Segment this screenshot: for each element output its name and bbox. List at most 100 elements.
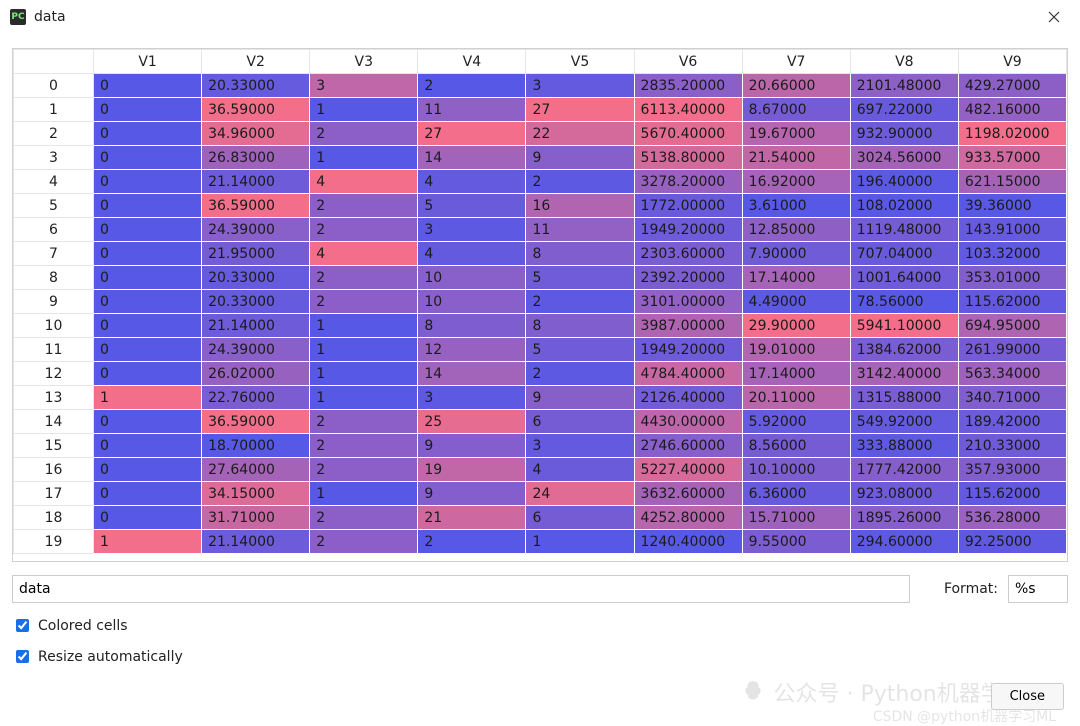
table-cell[interactable]: 8.56000 xyxy=(742,434,850,458)
table-cell[interactable]: 18.70000 xyxy=(202,434,310,458)
table-cell[interactable]: 1949.20000 xyxy=(634,218,742,242)
row-index[interactable]: 15 xyxy=(14,434,94,458)
table-cell[interactable]: 36.59000 xyxy=(202,98,310,122)
table-cell[interactable]: 21.14000 xyxy=(202,314,310,338)
table-cell[interactable]: 4 xyxy=(526,458,634,482)
table-cell[interactable]: 0 xyxy=(94,242,202,266)
column-header[interactable]: V2 xyxy=(202,50,310,74)
table-cell[interactable]: 0 xyxy=(94,98,202,122)
table-cell[interactable]: 5 xyxy=(526,266,634,290)
close-button[interactable]: Close xyxy=(991,683,1064,710)
row-index[interactable]: 3 xyxy=(14,146,94,170)
row-index[interactable]: 4 xyxy=(14,170,94,194)
table-cell[interactable]: 2 xyxy=(310,290,418,314)
table-cell[interactable]: 1 xyxy=(94,386,202,410)
table-cell[interactable]: 0 xyxy=(94,434,202,458)
row-index[interactable]: 6 xyxy=(14,218,94,242)
table-cell[interactable]: 17.14000 xyxy=(742,362,850,386)
table-cell[interactable]: 1384.62000 xyxy=(850,338,958,362)
table-cell[interactable]: 4 xyxy=(418,170,526,194)
table-cell[interactable]: 0 xyxy=(94,338,202,362)
table-cell[interactable]: 2746.60000 xyxy=(634,434,742,458)
row-index[interactable]: 14 xyxy=(14,410,94,434)
table-cell[interactable]: 14 xyxy=(418,146,526,170)
table-cell[interactable]: 2 xyxy=(310,434,418,458)
table-cell[interactable]: 0 xyxy=(94,74,202,98)
table-cell[interactable]: 20.11000 xyxy=(742,386,850,410)
table-cell[interactable]: 17.14000 xyxy=(742,266,850,290)
row-index[interactable]: 13 xyxy=(14,386,94,410)
table-cell[interactable]: 34.15000 xyxy=(202,482,310,506)
table-cell[interactable]: 0 xyxy=(94,290,202,314)
table-cell[interactable]: 9 xyxy=(526,146,634,170)
table-cell[interactable]: 4.49000 xyxy=(742,290,850,314)
table-cell[interactable]: 3024.56000 xyxy=(850,146,958,170)
table-cell[interactable]: 8 xyxy=(526,242,634,266)
table-cell[interactable]: 27 xyxy=(418,122,526,146)
table-cell[interactable]: 0 xyxy=(94,314,202,338)
table-cell[interactable]: 189.42000 xyxy=(958,410,1066,434)
table-cell[interactable]: 333.88000 xyxy=(850,434,958,458)
table-cell[interactable]: 1 xyxy=(310,386,418,410)
table-cell[interactable]: 25 xyxy=(418,410,526,434)
table-cell[interactable]: 27 xyxy=(526,98,634,122)
table-cell[interactable]: 9 xyxy=(418,434,526,458)
table-cell[interactable]: 1001.64000 xyxy=(850,266,958,290)
table-cell[interactable]: 2 xyxy=(310,218,418,242)
table-cell[interactable]: 39.36000 xyxy=(958,194,1066,218)
table-cell[interactable]: 8 xyxy=(526,314,634,338)
table-cell[interactable]: 0 xyxy=(94,194,202,218)
table-cell[interactable]: 2 xyxy=(310,410,418,434)
table-cell[interactable]: 1315.88000 xyxy=(850,386,958,410)
table-cell[interactable]: 196.40000 xyxy=(850,170,958,194)
table-cell[interactable]: 21.54000 xyxy=(742,146,850,170)
column-header[interactable]: V9 xyxy=(958,50,1066,74)
row-index[interactable]: 7 xyxy=(14,242,94,266)
table-cell[interactable]: 2 xyxy=(418,74,526,98)
table-cell[interactable]: 261.99000 xyxy=(958,338,1066,362)
column-header[interactable]: V7 xyxy=(742,50,850,74)
table-cell[interactable]: 12 xyxy=(418,338,526,362)
table-cell[interactable]: 1777.42000 xyxy=(850,458,958,482)
table-cell[interactable]: 3 xyxy=(310,74,418,98)
table-cell[interactable]: 1949.20000 xyxy=(634,338,742,362)
table-cell[interactable]: 8 xyxy=(418,314,526,338)
table-cell[interactable]: 933.57000 xyxy=(958,146,1066,170)
resize-checkbox[interactable] xyxy=(16,650,29,663)
table-cell[interactable]: 2126.40000 xyxy=(634,386,742,410)
table-cell[interactable]: 24.39000 xyxy=(202,338,310,362)
table-cell[interactable]: 20.33000 xyxy=(202,290,310,314)
table-cell[interactable]: 27.64000 xyxy=(202,458,310,482)
table-cell[interactable]: 353.01000 xyxy=(958,266,1066,290)
table-cell[interactable]: 1 xyxy=(310,338,418,362)
table-cell[interactable]: 3 xyxy=(418,218,526,242)
table-cell[interactable]: 340.71000 xyxy=(958,386,1066,410)
table-cell[interactable]: 3101.00000 xyxy=(634,290,742,314)
table-cell[interactable]: 34.96000 xyxy=(202,122,310,146)
table-cell[interactable]: 3987.00000 xyxy=(634,314,742,338)
table-cell[interactable]: 11 xyxy=(526,218,634,242)
table-cell[interactable]: 1 xyxy=(310,314,418,338)
table-cell[interactable]: 2101.48000 xyxy=(850,74,958,98)
table-cell[interactable]: 19.67000 xyxy=(742,122,850,146)
format-input[interactable] xyxy=(1008,575,1068,603)
table-cell[interactable]: 115.62000 xyxy=(958,290,1066,314)
table-cell[interactable]: 3142.40000 xyxy=(850,362,958,386)
table-cell[interactable]: 0 xyxy=(94,458,202,482)
table-cell[interactable]: 26.02000 xyxy=(202,362,310,386)
table-cell[interactable]: 2 xyxy=(310,194,418,218)
table-cell[interactable]: 1119.48000 xyxy=(850,218,958,242)
column-header[interactable]: V5 xyxy=(526,50,634,74)
table-cell[interactable]: 3.61000 xyxy=(742,194,850,218)
table-cell[interactable]: 20.33000 xyxy=(202,266,310,290)
column-header[interactable]: V4 xyxy=(418,50,526,74)
column-header[interactable]: V8 xyxy=(850,50,958,74)
table-cell[interactable]: 549.92000 xyxy=(850,410,958,434)
table-cell[interactable]: 0 xyxy=(94,410,202,434)
table-cell[interactable]: 8.67000 xyxy=(742,98,850,122)
table-cell[interactable]: 1 xyxy=(310,146,418,170)
table-cell[interactable]: 3 xyxy=(526,434,634,458)
table-cell[interactable]: 5138.80000 xyxy=(634,146,742,170)
table-cell[interactable]: 1 xyxy=(310,482,418,506)
table-cell[interactable]: 4430.00000 xyxy=(634,410,742,434)
